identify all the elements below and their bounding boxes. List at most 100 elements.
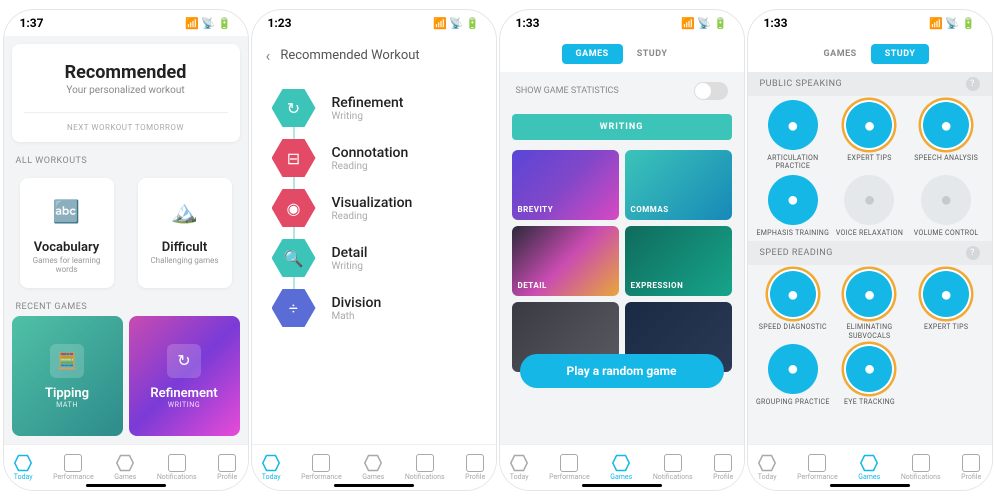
nav-tab-notifications[interactable]: Notifications — [405, 454, 445, 481]
hex-icon: 🔍 — [272, 239, 316, 277]
nav-tab-notifications[interactable]: Notifications — [901, 454, 941, 481]
nav-tab-games[interactable]: Games — [610, 454, 632, 481]
tab-study[interactable]: STUDY — [871, 44, 930, 64]
study-circle-icon: ● — [768, 344, 818, 394]
nav-tab-today[interactable]: Today — [758, 454, 777, 481]
workout-sub: Challenging games — [144, 256, 226, 265]
study-item[interactable]: ● SPEED DIAGNOSTIC — [756, 269, 831, 340]
game-tile-brevity[interactable]: BREVITY — [512, 150, 619, 220]
step-title: Detail — [332, 245, 368, 261]
stats-toggle[interactable] — [694, 82, 728, 100]
journey-step-refinement[interactable]: ↻ RefinementWriting — [252, 83, 496, 133]
blocks-icon: 🔤 — [47, 192, 87, 232]
nav-icon — [714, 454, 732, 472]
tab-study[interactable]: STUDY — [623, 44, 682, 64]
mountain-icon: 🏔️ — [165, 192, 205, 232]
nav-icon — [168, 454, 186, 472]
recent-game-refinement[interactable]: ↻ Refinement WRITING — [129, 316, 240, 436]
nav-icon — [664, 454, 682, 472]
game-tile-commas[interactable]: COMMAS — [625, 150, 732, 220]
journey-step-visualization[interactable]: ◉ VisualizationReading — [252, 183, 496, 233]
segment-control: GAMES STUDY — [500, 36, 744, 72]
nav-label: Games — [858, 473, 880, 481]
game-tile-detail[interactable]: DETAIL — [512, 226, 619, 296]
status-bar: 1:33 📶 📡 🔋 — [500, 10, 744, 36]
screen-study: 1:33 📶 📡 🔋 GAMES STUDY PUBLIC SPEAKING?●… — [748, 10, 992, 490]
study-label: EXPERT TIPS — [909, 323, 984, 331]
nav-label: Games — [610, 473, 632, 481]
nav-tab-games[interactable]: Games — [114, 454, 136, 481]
nav-label: Profile — [961, 473, 981, 481]
nav-tab-today[interactable]: Today — [262, 454, 281, 481]
study-label: GROUPING PRACTICE — [756, 398, 831, 406]
nav-tab-profile[interactable]: Profile — [961, 454, 981, 481]
nav-tab-notifications[interactable]: Notifications — [653, 454, 693, 481]
nav-label: Today — [510, 473, 529, 481]
game-sub: MATH — [56, 401, 78, 409]
journey-step-detail[interactable]: 🔍 DetailWriting — [252, 233, 496, 283]
step-sub: Writing — [332, 111, 404, 122]
workout-vocabulary[interactable]: 🔤 Vocabulary Games for learning words — [20, 178, 114, 288]
study-label: ELIMINATING SUBVOCALS — [832, 323, 907, 340]
status-bar: 1:33 📶 📡 🔋 — [748, 10, 992, 36]
nav-tab-performance[interactable]: Performance — [53, 454, 94, 481]
journey-step-connotation[interactable]: ⊟ ConnotationReading — [252, 133, 496, 183]
nav-tab-performance[interactable]: Performance — [797, 454, 838, 481]
nav-tab-games[interactable]: Games — [362, 454, 384, 481]
section-title: SPEED READING — [760, 248, 833, 258]
back-button[interactable]: ‹ — [266, 46, 271, 65]
random-game-button[interactable]: Play a random game — [520, 354, 724, 388]
nav-icon — [560, 454, 578, 472]
nav-tab-performance[interactable]: Performance — [549, 454, 590, 481]
study-item[interactable]: ● EYE TRACKING — [832, 344, 907, 406]
study-item[interactable]: ● GROUPING PRACTICE — [756, 344, 831, 406]
nav-label: Profile — [217, 473, 237, 481]
game-tile-expression[interactable]: EXPRESSION — [625, 226, 732, 296]
nav-label: Notifications — [653, 473, 693, 481]
study-item[interactable]: ● ARTICULATION PRACTICE — [756, 100, 831, 171]
nav-icon — [416, 454, 434, 472]
journey-step-division[interactable]: ÷ DivisionMath — [252, 283, 496, 333]
game-sub: WRITING — [168, 401, 200, 409]
study-circle-icon: ● — [768, 269, 818, 319]
study-item[interactable]: ● ELIMINATING SUBVOCALS — [832, 269, 907, 340]
nav-icon — [962, 454, 980, 472]
hex-icon: ⊟ — [272, 139, 316, 177]
help-icon[interactable]: ? — [966, 77, 980, 91]
recommended-card[interactable]: Recommended Your personalized workout NE… — [12, 44, 240, 142]
status-bar: 1:23 📶 📡 🔋 — [252, 10, 496, 36]
next-workout-label: NEXT WORKOUT TOMORROW — [24, 112, 228, 132]
screen-today: 1:37 📶 📡 🔋 Recommended Your personalized… — [4, 10, 248, 490]
nav-tab-today[interactable]: Today — [14, 454, 33, 481]
workout-difficult[interactable]: 🏔️ Difficult Challenging games — [138, 178, 232, 288]
nav-icon — [312, 454, 330, 472]
nav-tab-profile[interactable]: Profile — [217, 454, 237, 481]
recommended-title: Recommended — [24, 62, 228, 83]
nav-label: Notifications — [405, 473, 445, 481]
page-title: Recommended Workout — [280, 48, 419, 63]
nav-tab-notifications[interactable]: Notifications — [157, 454, 197, 481]
recent-game-tipping[interactable]: 🧮 Tipping MATH — [12, 316, 123, 436]
tab-games[interactable]: GAMES — [810, 44, 871, 64]
help-icon[interactable]: ? — [966, 246, 980, 260]
study-label: EXPERT TIPS — [832, 154, 907, 162]
category-pill[interactable]: WRITING — [512, 114, 732, 140]
game-title: Refinement — [150, 386, 217, 401]
study-label: EYE TRACKING — [832, 398, 907, 406]
study-label: SPEED DIAGNOSTIC — [756, 323, 831, 331]
clock: 1:23 — [268, 16, 292, 30]
nav-tab-profile[interactable]: Profile — [465, 454, 485, 481]
step-title: Visualization — [332, 195, 413, 211]
nav-tab-games[interactable]: Games — [858, 454, 880, 481]
nav-tab-profile[interactable]: Profile — [713, 454, 733, 481]
section-all-workouts: ALL WORKOUTS — [4, 150, 248, 170]
study-item[interactable]: ● EMPHASIS TRAINING — [756, 175, 831, 237]
nav-label: Today — [262, 473, 281, 481]
study-item[interactable]: ● SPEECH ANALYSIS — [909, 100, 984, 171]
study-item[interactable]: ● EXPERT TIPS — [832, 100, 907, 171]
clock: 1:33 — [764, 16, 788, 30]
tab-games[interactable]: GAMES — [562, 44, 623, 64]
nav-tab-today[interactable]: Today — [510, 454, 529, 481]
nav-tab-performance[interactable]: Performance — [301, 454, 342, 481]
study-item[interactable]: ● EXPERT TIPS — [909, 269, 984, 340]
